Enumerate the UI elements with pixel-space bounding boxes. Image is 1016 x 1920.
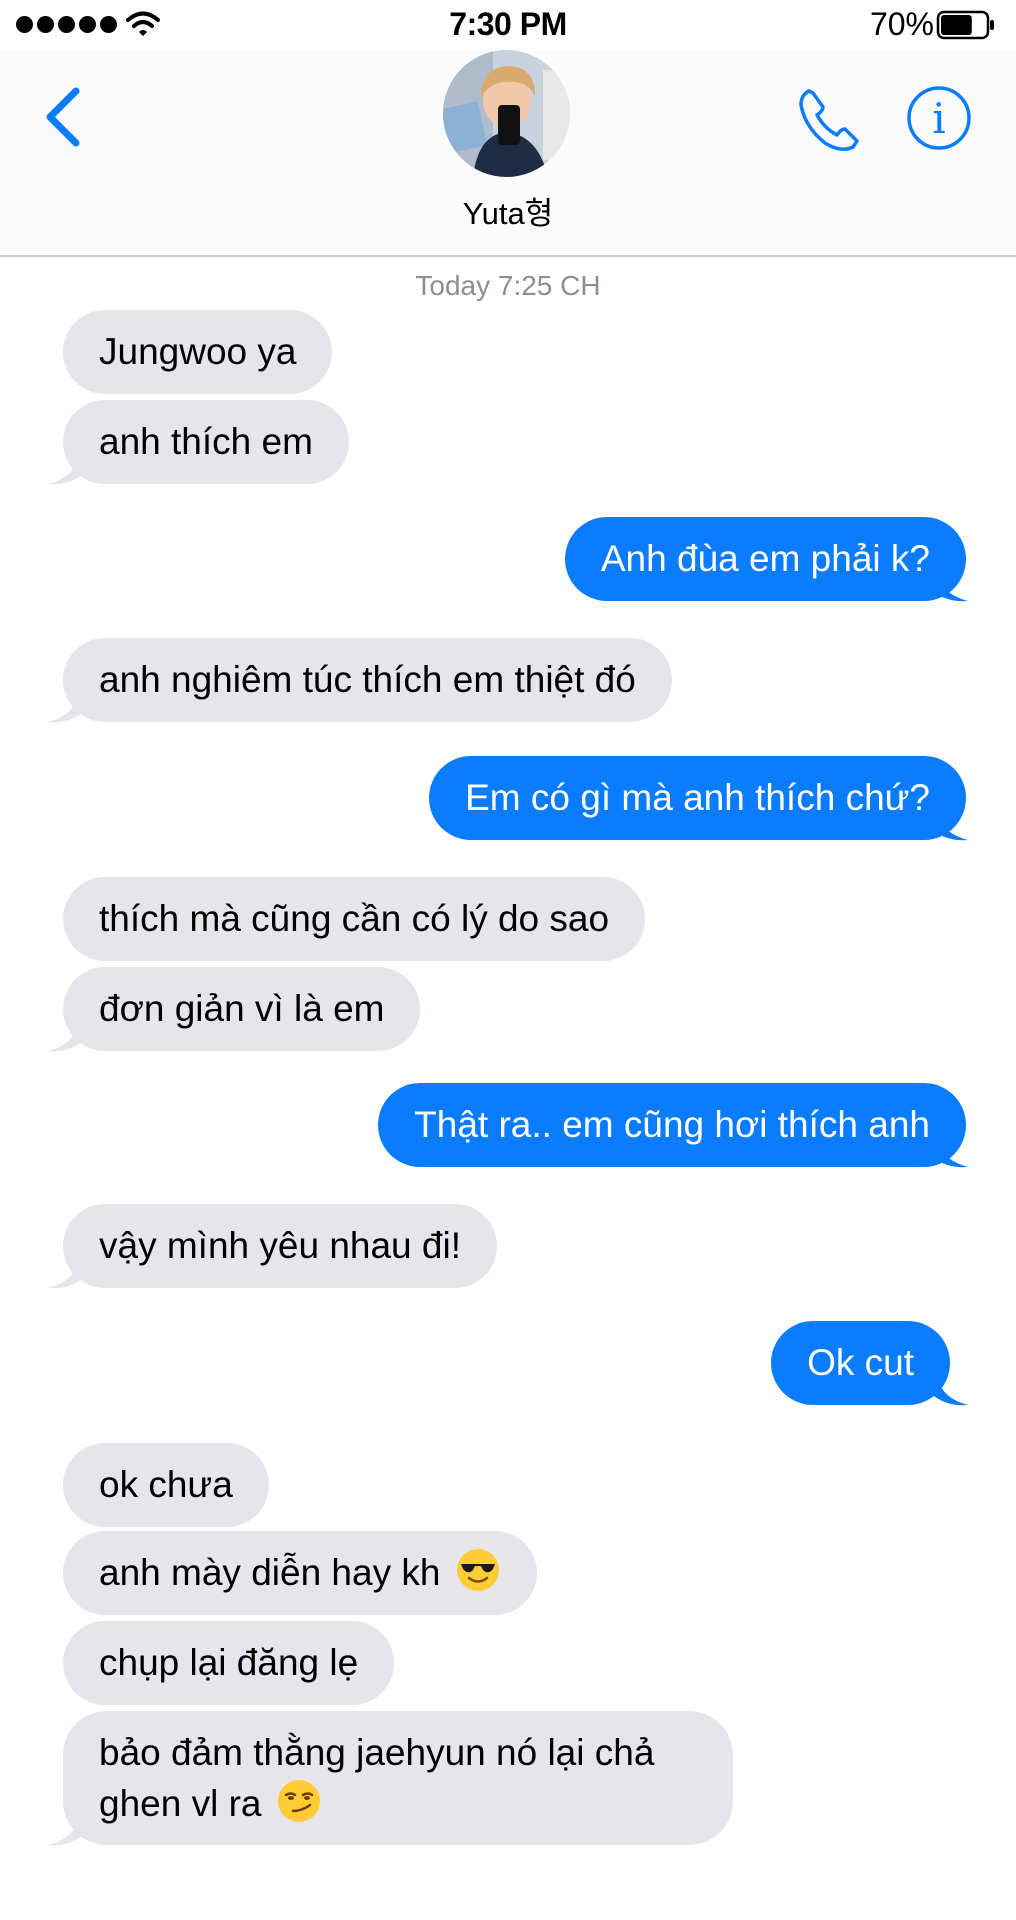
message-text: thích mà cũng cần có lý do sao — [99, 898, 610, 939]
message-text: Anh đùa em phải k? — [600, 538, 930, 579]
battery-percent: 70% — [869, 6, 934, 42]
contact-name[interactable]: Yuta형 — [0, 188, 1016, 233]
status-time: 7:30 PM — [449, 6, 567, 42]
bubble-tail — [48, 690, 88, 723]
incoming-message[interactable]: bảo đảm thằng jaehyun nó lại chả ghen vl… — [63, 1711, 733, 1845]
contact-avatar[interactable] — [443, 50, 570, 177]
incoming-message[interactable]: ok chưa — [63, 1443, 269, 1527]
incoming-message[interactable]: Jungwoo ya — [63, 310, 333, 394]
thread-timestamp: Today 7:25 CH — [415, 270, 601, 301]
bubble-tail — [928, 808, 968, 841]
bubble-tail — [48, 1256, 88, 1289]
battery-icon — [936, 10, 994, 40]
status-bar: 7:30 PM 70% — [0, 0, 1016, 50]
message-text: anh nghiêm túc thích em thiệt đó — [99, 659, 636, 700]
message-text: Thật ra.. em cũng hơi thích anh — [414, 1104, 930, 1145]
message-text: vậy mình yêu nhau đi! — [99, 1225, 461, 1266]
bubble-tail — [928, 569, 968, 602]
bubble-tail — [928, 1135, 968, 1168]
incoming-message[interactable]: vậy mình yêu nhau đi! — [63, 1204, 497, 1288]
message-text: anh mày diễn hay kh — [99, 1552, 441, 1593]
message-text: đơn giản vì là em — [99, 988, 385, 1029]
message-text: anh thích em — [99, 421, 313, 462]
sunglasses-emoji-icon — [456, 1549, 499, 1591]
imessage-screen: 7:30 PM 70% Yuta형 i Today 7:25 CH Jungwo… — [0, 0, 1016, 1920]
message-text: Ok cut — [807, 1342, 914, 1383]
avatar-photo — [443, 50, 570, 177]
info-icon[interactable]: i — [906, 85, 972, 151]
svg-text:i: i — [932, 94, 945, 143]
message-text: Jungwoo ya — [99, 331, 297, 372]
incoming-message[interactable]: thích mà cũng cần có lý do sao — [63, 877, 646, 961]
message-text: chụp lại đăng lẹ — [99, 1642, 359, 1683]
message-text: bảo đảm thằng jaehyun nó lại chả ghen vl… — [99, 1732, 655, 1824]
bubble-tail — [48, 452, 88, 485]
message-text: Em có gì mà anh thích chứ? — [465, 777, 930, 818]
outgoing-message[interactable]: Anh đùa em phải k? — [564, 517, 966, 601]
outgoing-message[interactable]: Em có gì mà anh thích chứ? — [429, 756, 966, 840]
conversation-header: Yuta형 i — [0, 50, 1016, 257]
back-chevron-icon[interactable] — [40, 85, 84, 149]
message-text: ok chưa — [99, 1464, 233, 1505]
phone-call-icon[interactable] — [795, 85, 865, 155]
incoming-message[interactable]: anh mày diễn hay kh — [63, 1531, 537, 1615]
bubble-tail — [928, 1373, 968, 1406]
bubble-tail — [48, 1019, 88, 1052]
outgoing-message[interactable]: Thật ra.. em cũng hơi thích anh — [378, 1083, 966, 1167]
smirk-emoji-icon — [277, 1780, 320, 1822]
bubble-tail — [48, 1813, 88, 1846]
outgoing-message[interactable]: Ok cut — [771, 1321, 950, 1405]
incoming-message[interactable]: anh thích em — [63, 400, 349, 484]
incoming-message[interactable]: đơn giản vì là em — [63, 967, 421, 1051]
incoming-message[interactable]: anh nghiêm túc thích em thiệt đó — [63, 638, 672, 722]
incoming-message[interactable]: chụp lại đăng lẹ — [63, 1621, 395, 1705]
